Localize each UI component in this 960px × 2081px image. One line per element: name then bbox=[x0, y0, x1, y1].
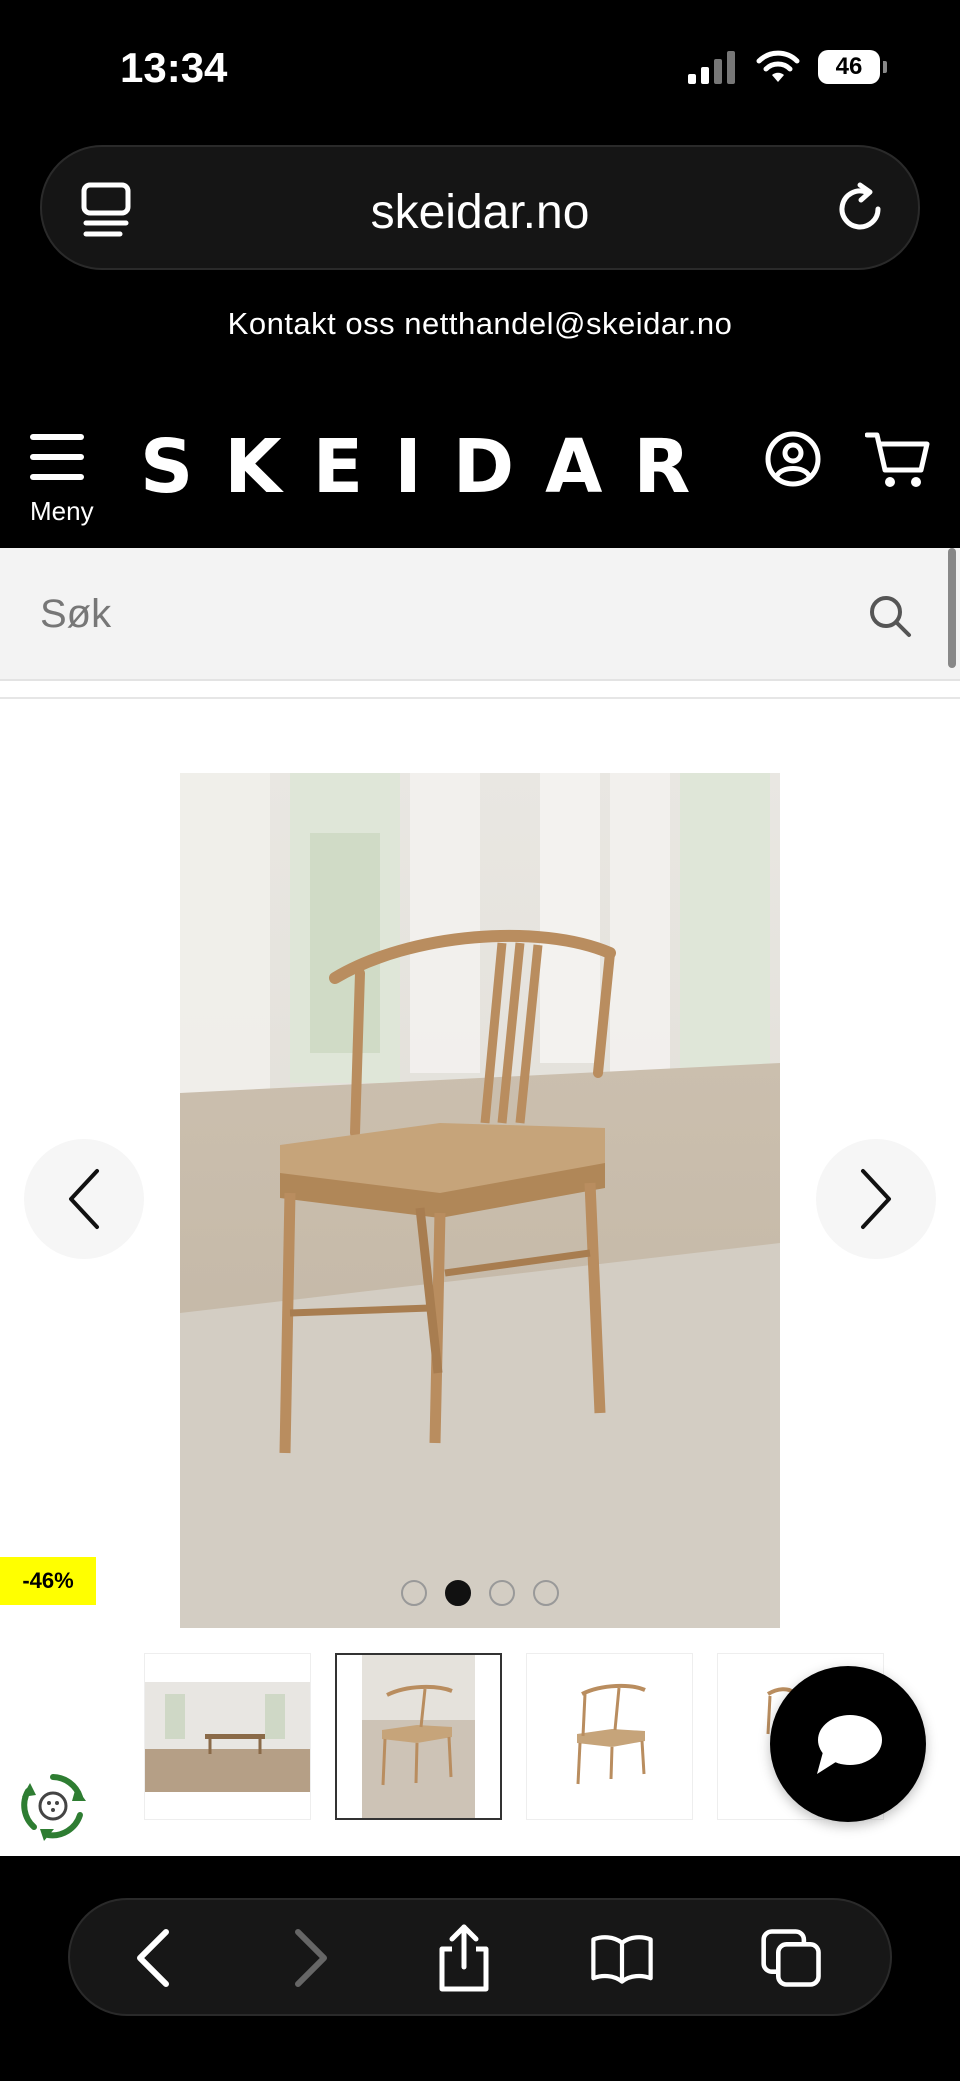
contact-banner[interactable]: Kontakt oss netthandel@skeidar.no bbox=[0, 306, 960, 342]
search-icon[interactable] bbox=[868, 594, 912, 638]
chevron-left-icon bbox=[69, 1169, 99, 1229]
divider bbox=[0, 697, 960, 699]
carousel-prev-button[interactable] bbox=[24, 1139, 144, 1259]
chat-bubble-icon bbox=[817, 1715, 882, 1774]
scrollbar-thumb[interactable] bbox=[948, 548, 956, 668]
product-gallery: -46% bbox=[0, 681, 960, 1856]
forward-button[interactable] bbox=[280, 1926, 344, 1990]
carousel-dot[interactable] bbox=[401, 1580, 427, 1606]
back-button[interactable] bbox=[120, 1926, 184, 1990]
menu-button[interactable] bbox=[30, 432, 95, 487]
book-icon bbox=[591, 1935, 653, 1984]
thumbnail-selected[interactable] bbox=[335, 1653, 502, 1820]
menu-label[interactable]: Meny bbox=[30, 496, 94, 527]
back-icon bbox=[137, 1929, 169, 1987]
thumbnail[interactable] bbox=[144, 1653, 311, 1820]
discount-badge: -46% bbox=[0, 1557, 96, 1605]
status-time: 13:34 bbox=[120, 44, 228, 91]
search-input[interactable] bbox=[40, 592, 820, 637]
browser-toolbar bbox=[0, 1856, 960, 2081]
hamburger-icon bbox=[30, 434, 84, 480]
carousel-next-button[interactable] bbox=[816, 1139, 936, 1259]
site-header: Meny SKEIDAR bbox=[0, 400, 960, 548]
product-image[interactable] bbox=[180, 773, 780, 1628]
chat-button[interactable] bbox=[770, 1666, 926, 1822]
user-icon[interactable] bbox=[764, 430, 822, 488]
reload-icon[interactable] bbox=[832, 181, 888, 237]
thumbnail-image bbox=[362, 1655, 475, 1818]
tab-switcher-icon bbox=[761, 1929, 821, 1987]
chevron-right-icon bbox=[861, 1169, 891, 1229]
address-bar[interactable]: skeidar.no bbox=[40, 145, 920, 270]
carousel-dot[interactable] bbox=[533, 1580, 559, 1606]
thumbnail-image bbox=[145, 1682, 310, 1792]
carousel-dot-active[interactable] bbox=[445, 1580, 471, 1606]
recycle-icon[interactable] bbox=[18, 1771, 88, 1841]
share-icon bbox=[439, 1924, 489, 1992]
cart-icon[interactable] bbox=[865, 430, 931, 490]
url-text[interactable]: skeidar.no bbox=[42, 185, 918, 240]
share-button[interactable] bbox=[432, 1924, 496, 1992]
carousel-dot[interactable] bbox=[489, 1580, 515, 1606]
signal-icon bbox=[688, 51, 735, 84]
status-indicators: 46 bbox=[688, 50, 887, 84]
chair-photo bbox=[180, 773, 780, 1628]
site-logo[interactable]: SKEIDAR bbox=[140, 424, 721, 510]
wifi-icon bbox=[756, 50, 800, 82]
battery-indicator: 46 bbox=[818, 50, 887, 84]
tab-switcher-button[interactable] bbox=[760, 1926, 824, 1990]
thumbnail-image bbox=[576, 1683, 646, 1785]
toolbar-pill bbox=[68, 1898, 892, 2016]
bookmarks-button[interactable] bbox=[590, 1926, 654, 1990]
status-bar: 13:34 46 bbox=[0, 0, 960, 130]
forward-icon bbox=[295, 1929, 327, 1987]
thumbnail[interactable] bbox=[526, 1653, 693, 1820]
carousel-dots bbox=[180, 1580, 780, 1606]
search-bar bbox=[0, 548, 960, 681]
